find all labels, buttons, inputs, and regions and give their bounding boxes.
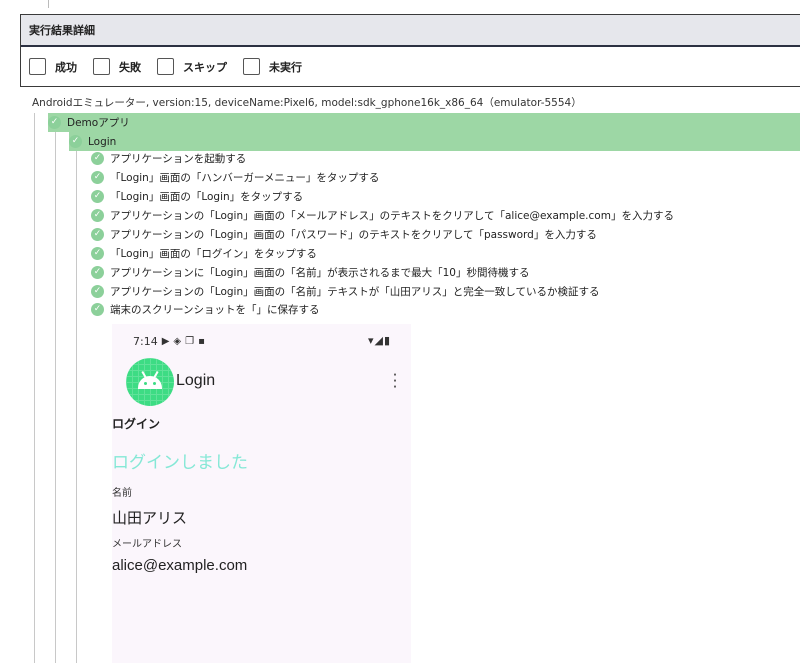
tree-guide-line	[34, 113, 35, 663]
success-checkbox[interactable]	[29, 58, 46, 75]
success-check-icon: ✓	[91, 152, 104, 165]
success-check-icon: ✓	[91, 171, 104, 184]
panel-title: 実行結果詳細	[21, 15, 800, 47]
failure-checkbox[interactable]	[93, 58, 110, 75]
play-icon: ▶	[161, 336, 170, 347]
screen-heading: ログイン	[112, 417, 161, 431]
tree-guide-line	[55, 131, 56, 663]
step-label: 端末のスクリーンショットを「」に保存する	[110, 304, 320, 316]
step-label: 「Login」画面の「Login」をタップする	[110, 191, 304, 203]
email-label: メールアドレス	[112, 539, 182, 550]
step-label: アプリケーションに「Login」画面の「名前」が表示されるまで最大「10」秒間待…	[110, 267, 530, 279]
app-title: Login	[176, 372, 216, 389]
tree-node-suite[interactable]: ✓ Demoアプリ	[48, 113, 800, 132]
status-filter-bar: 成功 失敗 スキップ 未実行	[21, 47, 800, 86]
success-check-icon: ✓	[91, 247, 104, 260]
filter-label: スキップ	[183, 60, 227, 74]
step-label: アプリケーションの「Login」画面の「名前」テキストが「山田アリス」と完全一致…	[110, 286, 600, 298]
status-time: 7:14	[133, 335, 158, 348]
more-options-icon: · · ·	[392, 366, 398, 396]
tree-step[interactable]: ✓ 端末のスクリーンショットを「」に保存する	[91, 300, 319, 319]
email-value: alice@example.com	[112, 557, 248, 574]
phone-status-right: ▾◢▮	[368, 334, 391, 347]
device-info: Androidエミュレーター, version:15, deviceName:P…	[32, 97, 582, 109]
tree-step[interactable]: ✓ アプリケーションの「Login」画面の「パスワード」のテキストをクリアして「…	[91, 225, 597, 244]
sd-card-icon: ▪	[198, 336, 205, 347]
skip-checkbox[interactable]	[157, 58, 174, 75]
tree-step[interactable]: ✓ 「Login」画面の「ログイン」をタップする	[91, 244, 317, 263]
success-check-icon: ✓	[91, 209, 104, 222]
step-label: アプリケーションの「Login」画面の「パスワード」のテキストをクリアして「pa…	[110, 229, 597, 241]
filter-not-run[interactable]: 未実行	[243, 58, 302, 75]
filter-label: 未実行	[269, 60, 302, 74]
success-check-icon: ✓	[91, 228, 104, 241]
success-check-icon: ✓	[91, 266, 104, 279]
shield-icon: ◈	[173, 336, 182, 347]
success-check-icon: ✓	[48, 116, 61, 129]
filter-success[interactable]: 成功	[29, 58, 77, 75]
success-check-icon: ✓	[91, 285, 104, 298]
result-details-panel: 実行結果詳細 成功 失敗 スキップ 未実行	[20, 14, 800, 87]
step-label: アプリケーションを起動する	[110, 153, 247, 165]
tree-guide-line	[76, 150, 77, 663]
tree-step[interactable]: ✓ 「Login」画面の「ハンバーガーメニュー」をタップする	[91, 168, 379, 187]
phone-status-bar: 7:14 ▶ ◈ ❐ ▪	[133, 335, 205, 348]
filter-skip[interactable]: スキップ	[157, 58, 227, 75]
android-app-icon	[126, 358, 174, 406]
suite-label: Demoアプリ	[67, 117, 130, 129]
step-label: アプリケーションの「Login」画面の「メールアドレス」のテキストをクリアして「…	[110, 210, 674, 222]
battery-icon: ▮	[383, 334, 391, 347]
copy-icon: ❐	[185, 336, 195, 347]
filter-failure[interactable]: 失敗	[93, 58, 141, 75]
signal-icon: ◢	[374, 334, 384, 347]
tree-step[interactable]: ✓ アプリケーションを起動する	[91, 149, 246, 168]
tree-step[interactable]: ✓ 「Login」画面の「Login」をタップする	[91, 187, 303, 206]
name-label: 名前	[112, 488, 132, 499]
tree-step[interactable]: ✓ アプリケーションの「Login」画面の「メールアドレス」のテキストをクリアし…	[91, 206, 674, 225]
login-success-message: ログインしました	[112, 453, 248, 473]
device-screenshot[interactable]: 7:14 ▶ ◈ ❐ ▪ ▾◢▮ Login · · · ログイン ログインしました…	[112, 324, 411, 663]
tree-step[interactable]: ✓ アプリケーションの「Login」画面の「名前」テキストが「山田アリス」と完全…	[91, 282, 599, 301]
filter-label: 失敗	[119, 60, 141, 74]
success-check-icon: ✓	[91, 303, 104, 316]
tree-step[interactable]: ✓ アプリケーションに「Login」画面の「名前」が表示されるまで最大「10」秒…	[91, 263, 529, 282]
filter-label: 成功	[55, 60, 77, 74]
tree-connector	[48, 0, 49, 8]
scenario-label: Login	[88, 135, 117, 148]
step-label: 「Login」画面の「ログイン」をタップする	[110, 248, 317, 260]
step-label: 「Login」画面の「ハンバーガーメニュー」をタップする	[110, 172, 380, 184]
success-check-icon: ✓	[69, 135, 82, 148]
success-check-icon: ✓	[91, 190, 104, 203]
not-run-checkbox[interactable]	[243, 58, 260, 75]
name-value: 山田アリス	[112, 510, 188, 527]
